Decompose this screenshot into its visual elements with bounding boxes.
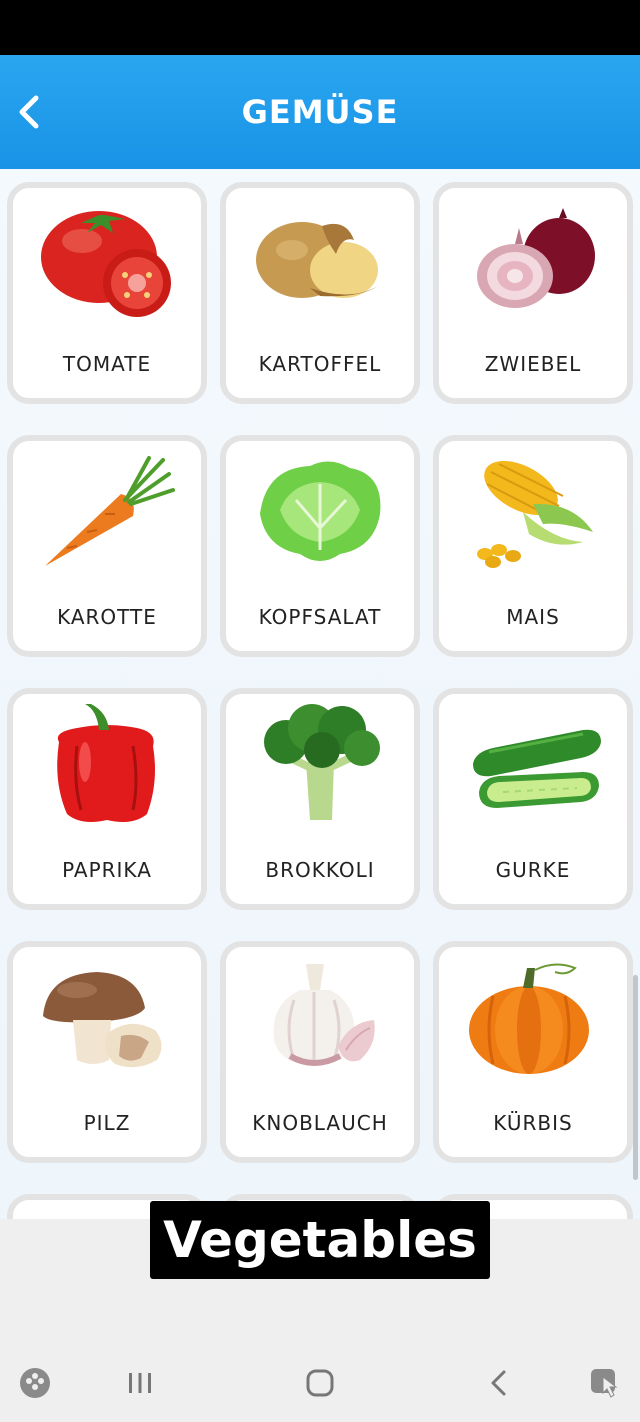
vegetable-grid: TOMATE KARTOFFEL ZWIEBEL KAROTTE KOPFSAL…	[0, 169, 640, 1219]
status-bar	[0, 0, 640, 55]
potato-image	[226, 196, 414, 326]
page-title: GEMÜSE	[241, 93, 399, 131]
accessibility-icon	[591, 1369, 618, 1398]
card-brokkoli[interactable]: BROKKOLI	[220, 688, 420, 910]
card-zwiebel[interactable]: ZWIEBEL	[433, 182, 633, 404]
onion-image	[439, 196, 627, 326]
cucumber-image	[439, 702, 627, 832]
recent-apps-button[interactable]	[120, 1363, 160, 1403]
garlic-image	[226, 955, 414, 1085]
item-label: BROKKOLI	[265, 858, 375, 882]
carrot-image	[13, 449, 201, 579]
card-tomate[interactable]: TOMATE	[7, 182, 207, 404]
scrollbar[interactable]	[633, 975, 638, 1180]
accessibility-button[interactable]	[585, 1363, 625, 1403]
item-label: KÜRBIS	[493, 1111, 573, 1135]
item-label: PILZ	[83, 1111, 131, 1135]
corn-image	[439, 449, 627, 579]
item-label: ZWIEBEL	[484, 352, 582, 376]
item-label: KAROTTE	[57, 605, 157, 629]
item-label: GURKE	[495, 858, 571, 882]
card-kopfsalat[interactable]: KOPFSALAT	[220, 435, 420, 657]
game-launcher-icon	[20, 1368, 50, 1398]
item-label: KNOBLAUCH	[252, 1111, 388, 1135]
item-label: KOPFSALAT	[258, 605, 382, 629]
system-nav-bar	[0, 1345, 640, 1422]
card-pilz[interactable]: PILZ	[7, 941, 207, 1163]
card-paprika[interactable]: PAPRIKA	[7, 688, 207, 910]
home-button[interactable]	[300, 1363, 340, 1403]
card-kuerbis[interactable]: KÜRBIS	[433, 941, 633, 1163]
card-mais[interactable]: MAIS	[433, 435, 633, 657]
back-icon	[491, 1370, 506, 1396]
item-label: MAIS	[506, 605, 560, 629]
broccoli-image	[226, 702, 414, 832]
back-nav-button[interactable]	[480, 1363, 520, 1403]
card-knoblauch[interactable]: KNOBLAUCH	[220, 941, 420, 1163]
lettuce-image	[226, 449, 414, 579]
caption-overlay: Vegetables	[150, 1201, 490, 1279]
bell-pepper-image	[13, 702, 201, 832]
item-label: TOMATE	[62, 352, 152, 376]
item-label: KARTOFFEL	[258, 352, 382, 376]
card-gurke[interactable]: GURKE	[433, 688, 633, 910]
pumpkin-image	[439, 955, 627, 1085]
app-bar: GEMÜSE	[0, 55, 640, 169]
card-karotte[interactable]: KAROTTE	[7, 435, 207, 657]
tomato-image	[13, 196, 201, 326]
recent-apps-icon	[129, 1373, 151, 1393]
item-label: PAPRIKA	[62, 858, 152, 882]
card-kartoffel[interactable]: KARTOFFEL	[220, 182, 420, 404]
home-icon	[306, 1369, 334, 1397]
mushroom-image	[13, 955, 201, 1085]
game-launcher-button[interactable]	[15, 1363, 55, 1403]
